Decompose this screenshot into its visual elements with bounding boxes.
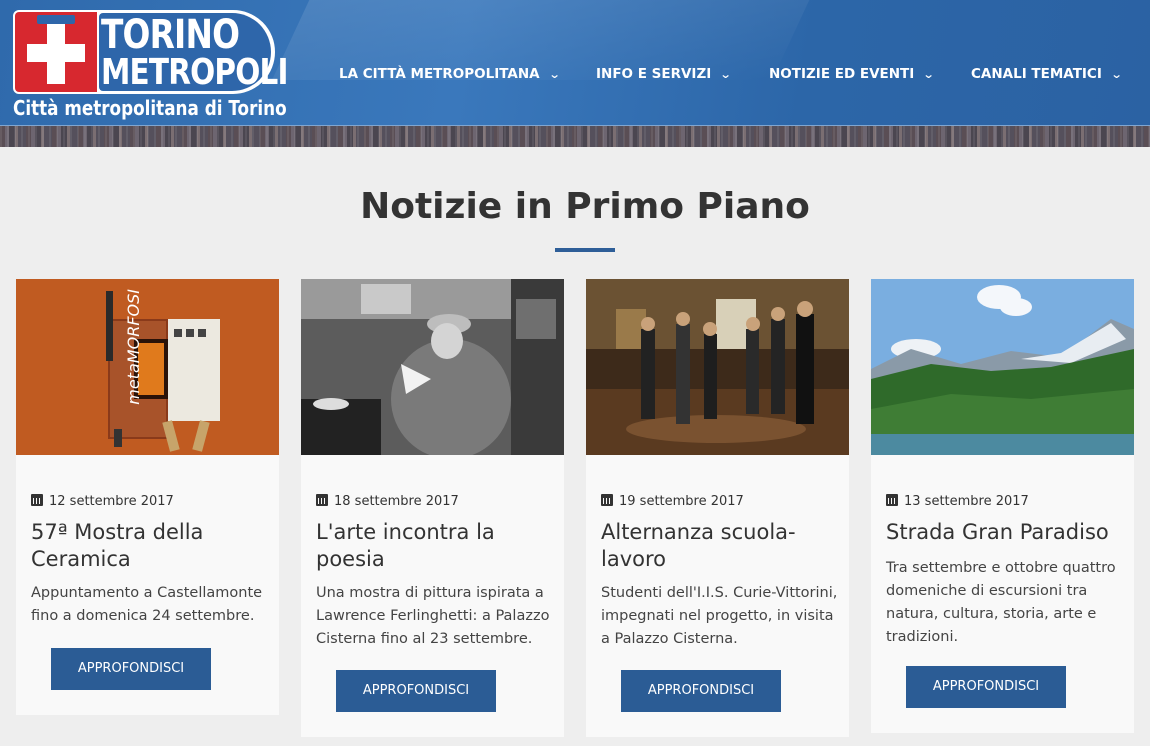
- news-date-text: 13 settembre 2017: [904, 494, 1029, 509]
- news-description: Appuntamento a Castellamonte fino a dome…: [31, 585, 263, 624]
- chevron-down-icon: ⌄: [922, 68, 935, 81]
- news-title[interactable]: 57ª Mostra della Ceramica: [31, 519, 271, 573]
- news-card: metaMORFOSI 12 settembre 2017 57ª Mostra…: [16, 279, 279, 715]
- news-card: 19 settembre 2017 Alternanza scuola-lavo…: [586, 279, 849, 737]
- site-subtitle: Città metropolitana di Torino: [13, 96, 287, 120]
- title-underline: [555, 248, 615, 252]
- news-image-ceramics[interactable]: metaMORFOSI: [16, 279, 279, 455]
- news-image-poetry[interactable]: [301, 279, 564, 455]
- mountain-landscape-photo: [871, 279, 1134, 455]
- news-title[interactable]: Alternanza scuola-lavoro: [601, 519, 841, 573]
- section-title: Notizie in Primo Piano: [360, 186, 810, 227]
- approfondisci-button[interactable]: APPROFONDISCI: [51, 648, 211, 690]
- nav-item-label: CANALI TEMATICI: [971, 66, 1102, 82]
- news-description: Studenti dell'I.I.S. Curie-Vittorini, im…: [601, 585, 838, 647]
- news-date: 18 settembre 2017: [316, 494, 459, 509]
- nav-item-label: LA CITTÀ METROPOLITANA: [339, 66, 540, 82]
- news-description: Tra settembre e ottobre quattro domenich…: [886, 560, 1116, 645]
- logo-text-line2: METROPOLI: [101, 52, 288, 93]
- chevron-down-icon: ⌄: [719, 68, 732, 81]
- news-description: Una mostra di pittura ispirata a Lawrenc…: [316, 585, 550, 647]
- site-header: TORINO METROPOLI Città metropolitana di …: [0, 0, 1150, 147]
- calendar-icon: [886, 494, 898, 506]
- news-card: 13 settembre 2017 Strada Gran Paradiso T…: [871, 279, 1134, 733]
- site-logo[interactable]: TORINO METROPOLI: [13, 10, 288, 94]
- news-date: 13 settembre 2017: [886, 494, 1029, 509]
- calendar-icon: [601, 494, 613, 506]
- approfondisci-button[interactable]: APPROFONDISCI: [906, 666, 1066, 708]
- city-skyline-strip: [0, 126, 1150, 147]
- news-date: 12 settembre 2017: [31, 494, 174, 509]
- news-image-mountains[interactable]: [871, 279, 1134, 455]
- stove-illustration: [16, 279, 279, 455]
- news-date: 19 settembre 2017: [601, 494, 744, 509]
- chevron-down-icon: ⌄: [548, 68, 561, 81]
- nav-item-canali-tematici[interactable]: CANALI TEMATICI ⌄: [971, 66, 1123, 82]
- nav-item-label: INFO E SERVIZI: [596, 66, 712, 82]
- news-date-text: 12 settembre 2017: [49, 494, 174, 509]
- nav-item-label: NOTIZIE ED EVENTI: [769, 66, 915, 82]
- cross-icon-horizontal: [27, 44, 85, 62]
- calendar-icon: [31, 494, 43, 506]
- news-date-text: 18 settembre 2017: [334, 494, 459, 509]
- news-image-students[interactable]: [586, 279, 849, 455]
- news-date-text: 19 settembre 2017: [619, 494, 744, 509]
- image-caption: metaMORFOSI: [124, 289, 143, 405]
- approfondisci-button[interactable]: APPROFONDISCI: [621, 670, 781, 712]
- crown-icon: [37, 15, 75, 24]
- news-title[interactable]: L'arte incontra la poesia: [316, 519, 556, 573]
- reading-man-photo: [301, 279, 564, 455]
- news-title[interactable]: Strada Gran Paradiso: [886, 519, 1126, 546]
- news-card: 18 settembre 2017 L'arte incontra la poe…: [301, 279, 564, 737]
- logo-shield: [15, 12, 97, 92]
- approfondisci-button[interactable]: APPROFONDISCI: [336, 670, 496, 712]
- nav-item-citta-metropolitana[interactable]: LA CITTÀ METROPOLITANA ⌄: [339, 66, 561, 82]
- nav-item-info-servizi[interactable]: INFO E SERVIZI ⌄: [596, 66, 732, 82]
- chevron-down-icon: ⌄: [1110, 68, 1123, 81]
- nav-item-notizie-eventi[interactable]: NOTIZIE ED EVENTI ⌄: [769, 66, 935, 82]
- students-visit-photo: [586, 279, 849, 455]
- calendar-icon: [316, 494, 328, 506]
